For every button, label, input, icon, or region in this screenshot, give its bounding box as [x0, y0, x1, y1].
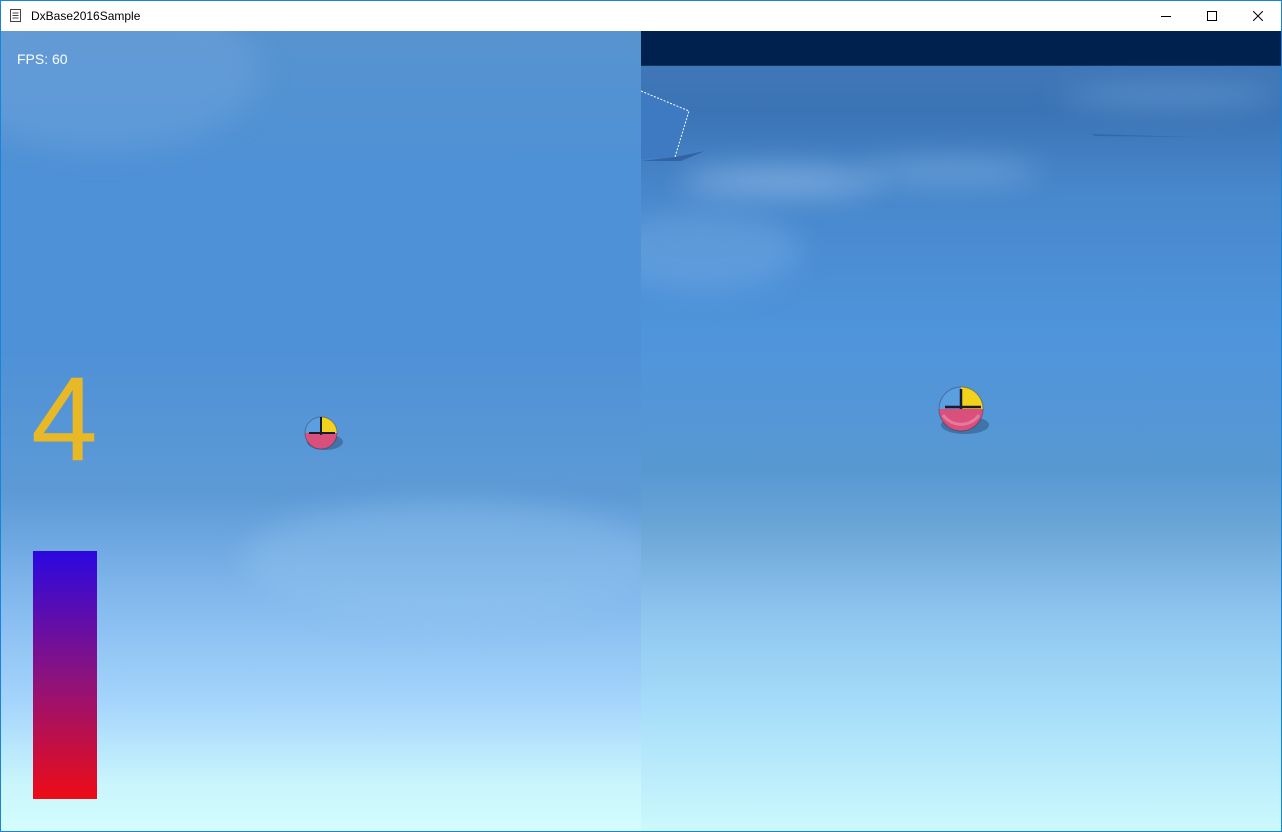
- maximize-button[interactable]: [1189, 1, 1235, 31]
- right-camera-view: [641, 31, 1281, 831]
- sky-haze: [1, 31, 261, 151]
- floor-haze: [241, 501, 641, 621]
- fps-counter: FPS: 60: [17, 51, 68, 67]
- cloud-streak: [681, 166, 881, 196]
- app-document-icon: [10, 9, 21, 22]
- minimize-button[interactable]: [1143, 1, 1189, 31]
- close-button[interactable]: [1235, 1, 1281, 31]
- obstacle-block: [641, 90, 705, 161]
- player-ball: [938, 386, 989, 434]
- distant-platform: [1077, 127, 1191, 137]
- cloud-streak: [861, 159, 1041, 183]
- cloud-streak: [1061, 86, 1281, 106]
- minimize-icon: [1161, 16, 1171, 17]
- player-ball: [304, 416, 343, 450]
- window-title: DxBase2016Sample: [31, 9, 141, 23]
- maximize-icon: [1207, 11, 1217, 21]
- game-viewport[interactable]: FPS: 60 4: [1, 31, 1281, 831]
- app-window: DxBase2016Sample FPS: 60 4: [0, 0, 1282, 832]
- score-counter: 4: [31, 352, 98, 486]
- power-gauge: [33, 551, 97, 799]
- floor-haze: [641, 211, 801, 291]
- title-bar[interactable]: DxBase2016Sample: [1, 1, 1281, 31]
- left-camera-view: FPS: 60 4: [1, 31, 641, 831]
- close-icon: [1253, 11, 1263, 21]
